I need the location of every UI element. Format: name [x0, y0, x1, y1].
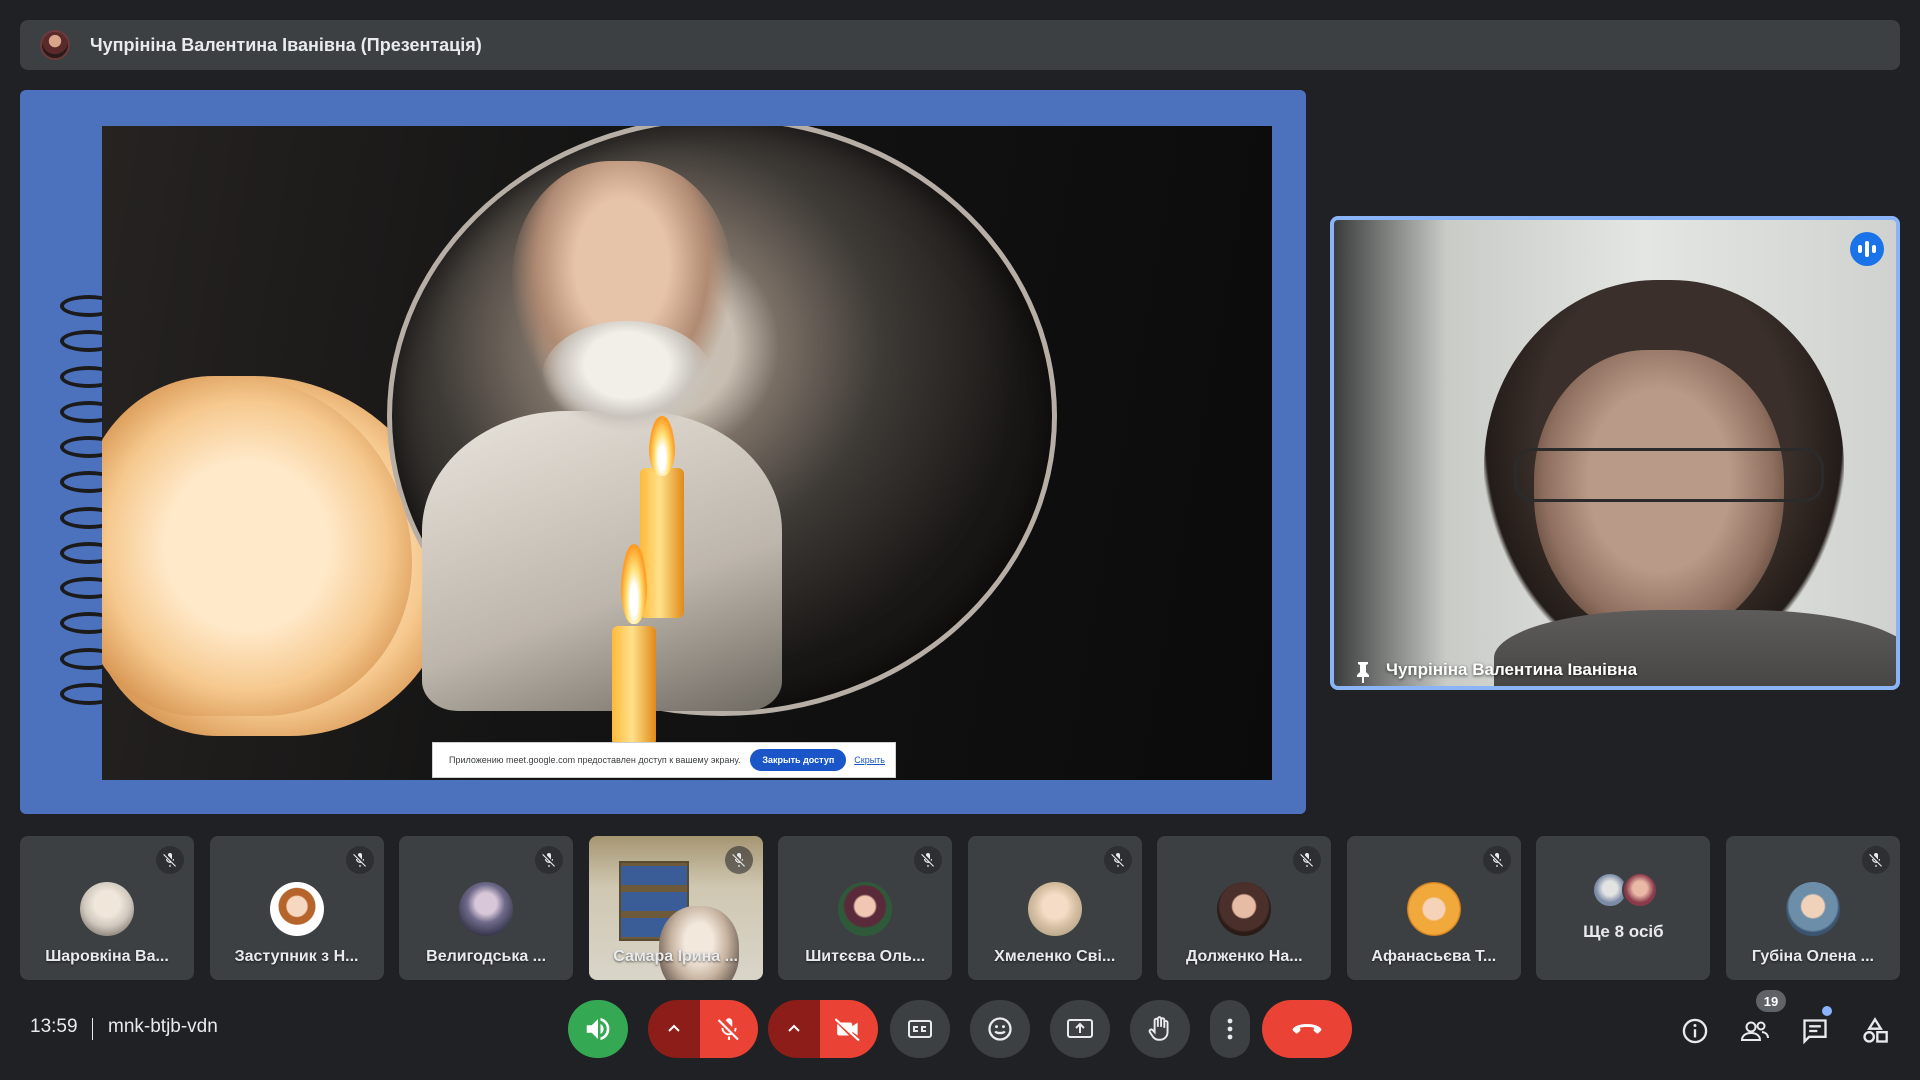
candle-real [612, 626, 656, 746]
presenter-avatar [40, 30, 70, 60]
participant-tile[interactable]: Шитєєва Оль... [778, 836, 953, 980]
people-button[interactable] [1738, 1014, 1772, 1048]
participant-tile[interactable]: Заступник з Н... [209, 836, 384, 980]
people-icon [1740, 1021, 1769, 1041]
call-end-icon [1292, 1024, 1322, 1034]
magnifying-lens [387, 126, 1057, 716]
participant-avatar [1217, 882, 1272, 936]
participant-tile[interactable]: Долженко На... [1157, 836, 1332, 980]
activities-shapes-icon [1863, 1017, 1888, 1043]
pin-icon[interactable] [1354, 660, 1372, 684]
more-participants-avatars [1592, 872, 1662, 912]
mic-off-icon [1103, 846, 1132, 874]
footer-separator [92, 1018, 93, 1040]
mic-off-icon [1293, 846, 1322, 874]
mic-off-icon [535, 846, 564, 874]
stop-sharing-button[interactable]: Закрыть доступ [750, 749, 847, 771]
speaker-name: Чупрініна Валентина Іванівна [1386, 660, 1638, 679]
raise-hand-button[interactable] [1130, 1000, 1190, 1058]
participant-name: Заступник з Н... [234, 948, 359, 965]
participant-name: Самара Ірина ... [613, 948, 738, 965]
participant-tile[interactable]: Афанасьєва Т... [1346, 836, 1521, 980]
participant-video-person [658, 906, 739, 980]
presenter-bar: Чупрініна Валентина Іванівна (Презентаці… [20, 20, 1900, 70]
chat-icon [1803, 1019, 1827, 1045]
speaker-tile[interactable]: Чупрініна Валентина Іванівна [1330, 216, 1900, 690]
lens-reflection-coat [422, 411, 782, 711]
mic-off-icon [914, 846, 943, 874]
chat-button[interactable] [1798, 1014, 1832, 1048]
participant-name: Шитєєва Оль... [805, 948, 926, 965]
participant-name: Афанасьєва Т... [1371, 948, 1497, 965]
lens-reflection-beard [542, 321, 712, 431]
mic-off-icon [156, 846, 184, 874]
participant-name: Шаровкіна Ва... [45, 948, 169, 965]
info-icon [1682, 1018, 1708, 1044]
mic-off-icon [717, 1018, 739, 1041]
more-participants-tile[interactable]: Ще 8 осіб [1536, 836, 1711, 980]
presentation-stage[interactable]: Приложению meet.google.com предоставлен … [20, 90, 1306, 814]
screen-share-notice: Приложению meet.google.com предоставлен … [432, 742, 896, 778]
camera-toggle-button[interactable] [820, 1000, 878, 1058]
participant-avatar [1027, 882, 1082, 936]
captions-button[interactable] [890, 1000, 950, 1058]
emoji-icon [988, 1017, 1012, 1041]
present-screen-button[interactable] [1050, 1000, 1110, 1058]
participant-avatar [838, 882, 893, 936]
meeting-details-button[interactable] [1678, 1014, 1712, 1048]
participant-tile[interactable]: Хмеленко Сві... [967, 836, 1142, 980]
participant-name: Губіна Олена ... [1751, 948, 1874, 965]
mic-options-button[interactable] [648, 1000, 700, 1058]
present-screen-icon [1067, 1019, 1093, 1038]
presenter-title: Чупрініна Валентина Іванівна (Презентаці… [90, 34, 482, 55]
mic-off-icon [345, 846, 374, 874]
camera-options-button[interactable] [768, 1000, 820, 1058]
more-vert-icon [1227, 1018, 1233, 1040]
reactions-button[interactable] [970, 1000, 1030, 1058]
participant-strip: Шаровкіна Ва... Заступник з Н... Велигод… [20, 836, 1900, 980]
more-participants-label: Ще 8 осіб [1583, 922, 1664, 941]
participant-avatar [269, 882, 324, 936]
camera-off-icon [835, 1018, 860, 1042]
presentation-video: Приложению meet.google.com предоставлен … [102, 126, 1272, 780]
mic-off-icon [724, 846, 753, 874]
participant-tile[interactable]: Губіна Олена ... [1725, 836, 1900, 980]
hide-notice-link[interactable]: Скрыть [854, 755, 885, 765]
speaking-indicator-icon [1850, 232, 1884, 266]
participant-avatar [459, 882, 514, 936]
mic-off-icon [1482, 846, 1511, 874]
chevron-up-icon [668, 1024, 680, 1032]
speaker-audio-button[interactable] [568, 1000, 628, 1058]
speaker-glasses [1514, 448, 1824, 502]
volume-icon [586, 1018, 610, 1040]
participant-name: Хмеленко Сві... [994, 948, 1116, 965]
candle-flame-real [621, 544, 647, 624]
participant-avatar [80, 882, 134, 936]
participant-avatar [1406, 882, 1461, 936]
participant-name: Велигодська ... [426, 948, 547, 965]
more-options-button[interactable] [1210, 1000, 1250, 1058]
mic-toggle-button[interactable] [700, 1000, 758, 1058]
activities-button[interactable] [1858, 1014, 1892, 1048]
participant-tile-video[interactable]: Самара Ірина ... [588, 836, 763, 980]
participant-tile[interactable]: Велигодська ... [399, 836, 574, 980]
participant-avatar [1622, 872, 1659, 908]
meeting-code[interactable]: mnk-btjb-vdn [108, 1016, 218, 1038]
chevron-up-icon [788, 1024, 800, 1032]
leave-call-button[interactable] [1262, 1000, 1352, 1058]
candle-flame [649, 416, 675, 476]
participant-name: Долженко На... [1185, 948, 1303, 965]
participant-count-badge: 19 [1756, 990, 1786, 1012]
mic-off-icon [1861, 846, 1890, 874]
meeting-clock: 13:59 [30, 1016, 78, 1037]
participant-avatar [1785, 882, 1840, 936]
closed-captions-icon [908, 1020, 932, 1038]
share-notice-text: Приложению meet.google.com предоставлен … [449, 755, 741, 765]
hand-icon [1148, 1016, 1169, 1041]
participant-tile[interactable]: Шаровкіна Ва... [20, 836, 194, 980]
